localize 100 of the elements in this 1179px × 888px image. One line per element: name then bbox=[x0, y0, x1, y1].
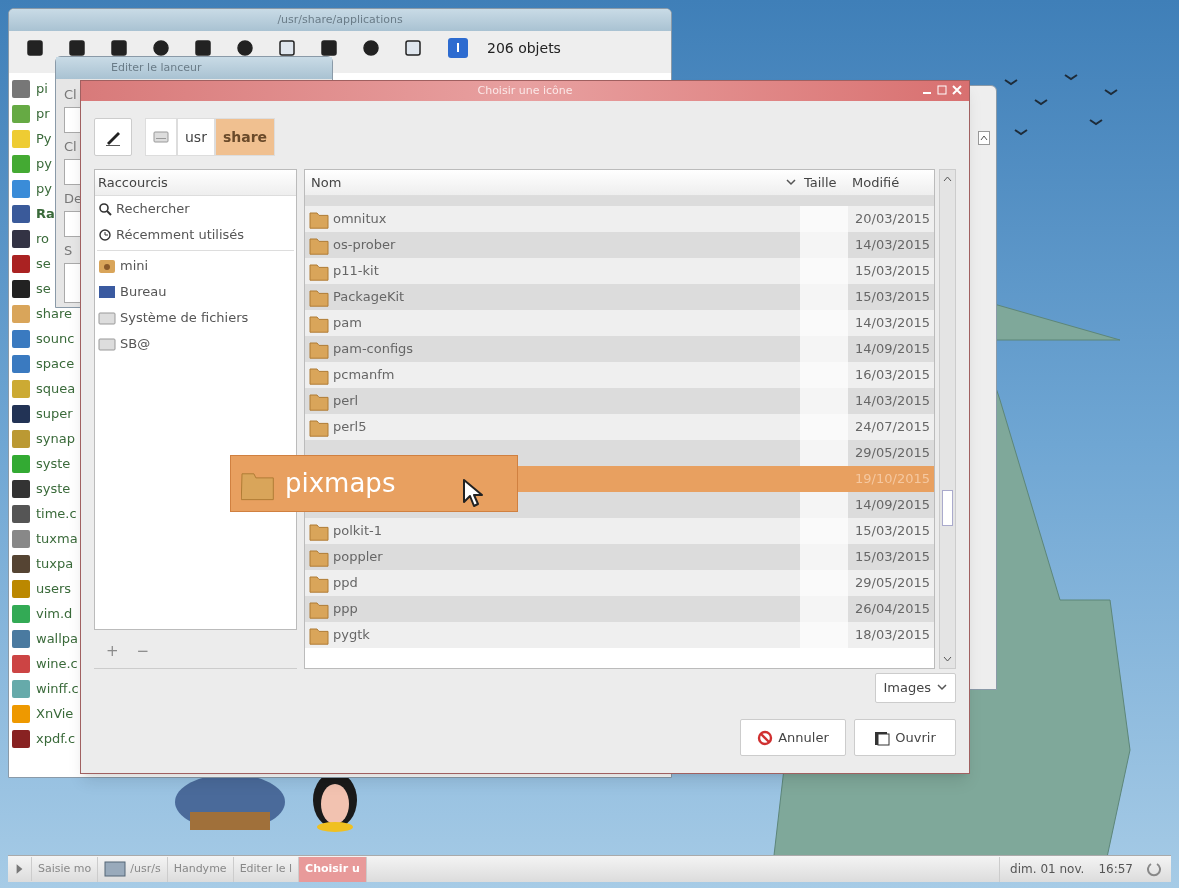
file-name[interactable]: squea bbox=[36, 378, 76, 399]
sidebar-item[interactable]: Bureau bbox=[120, 282, 167, 302]
file-name[interactable]: ro bbox=[36, 228, 49, 249]
app-icon bbox=[12, 629, 30, 648]
date-text: 26/04/2015 bbox=[854, 600, 931, 619]
app-icon bbox=[12, 679, 30, 698]
file-row[interactable]: os-prober 14/03/2015 bbox=[305, 232, 934, 258]
file-name[interactable]: tuxma bbox=[36, 528, 78, 549]
edit-path-button[interactable] bbox=[94, 118, 132, 156]
power-icon[interactable] bbox=[1147, 861, 1161, 877]
path-button[interactable]: share bbox=[214, 118, 276, 156]
scroll-up-icon[interactable] bbox=[978, 131, 990, 145]
date-text: 15/03/2015 bbox=[854, 288, 931, 307]
chevron-down-icon bbox=[937, 684, 947, 692]
date-text: 24/07/2015 bbox=[854, 418, 931, 437]
file-row[interactable]: ppd 29/05/2015 bbox=[305, 570, 934, 596]
field-label: Cl bbox=[64, 86, 77, 103]
date-text: 18/03/2015 bbox=[854, 626, 931, 645]
date-text: 14/03/2015 bbox=[854, 392, 931, 411]
file-name[interactable]: synap bbox=[36, 428, 75, 449]
file-row[interactable]: ppp 26/04/2015 bbox=[305, 596, 934, 622]
file-row[interactable]: polkit-1 15/03/2015 bbox=[305, 518, 934, 544]
file-name[interactable]: share bbox=[36, 303, 73, 324]
sidebar-item[interactable]: Rechercher bbox=[116, 199, 190, 219]
file-name[interactable]: py bbox=[36, 153, 52, 174]
sidebar-item[interactable]: SB@ bbox=[120, 334, 151, 354]
app-icon bbox=[12, 79, 30, 98]
file-row[interactable]: pam-configs 14/09/2015 bbox=[305, 336, 934, 362]
filter-dropdown[interactable]: Images bbox=[874, 673, 956, 703]
cancel-button[interactable]: Annuler bbox=[740, 719, 846, 756]
file-row[interactable]: pcmanfm 16/03/2015 bbox=[305, 362, 934, 388]
app-icon bbox=[12, 354, 30, 373]
file-name[interactable]: time.c bbox=[36, 503, 77, 524]
folder-name: pcmanfm bbox=[333, 366, 395, 385]
date-text: 14/03/2015 bbox=[854, 236, 931, 255]
file-name[interactable]: vim.d bbox=[36, 603, 73, 624]
file-name[interactable]: pr bbox=[36, 103, 50, 124]
open-button[interactable]: Ouvrir bbox=[854, 719, 956, 756]
file-row[interactable]: perl 14/03/2015 bbox=[305, 388, 934, 414]
file-name[interactable]: syste bbox=[36, 478, 71, 499]
date-text: 14/03/2015 bbox=[854, 314, 931, 333]
column-header[interactable]: Taille bbox=[800, 172, 848, 193]
file-row[interactable]: pam 14/03/2015 bbox=[305, 310, 934, 336]
file-name[interactable]: py bbox=[36, 178, 52, 199]
file-name[interactable]: pi bbox=[36, 78, 48, 99]
folder-name: perl bbox=[333, 392, 359, 411]
date-text: 15/03/2015 bbox=[854, 262, 931, 281]
file-name[interactable]: winff.c bbox=[36, 678, 79, 699]
file-row[interactable]: p11-kit 15/03/2015 bbox=[305, 258, 934, 284]
file-name[interactable]: se bbox=[36, 278, 51, 299]
cursor-icon bbox=[462, 478, 484, 508]
chevron-down-icon bbox=[786, 178, 796, 187]
path-button[interactable]: usr bbox=[177, 118, 215, 156]
file-name[interactable]: XnVie bbox=[36, 703, 74, 724]
file-row[interactable]: PackageKit 15/03/2015 bbox=[305, 284, 934, 310]
maximize-icon[interactable] bbox=[936, 84, 948, 96]
file-name[interactable]: super bbox=[36, 403, 73, 424]
file-row[interactable]: poppler 15/03/2015 bbox=[305, 544, 934, 570]
app-icon bbox=[12, 304, 30, 323]
search-icon bbox=[98, 202, 112, 216]
file-name[interactable]: se bbox=[36, 253, 51, 274]
file-name[interactable]: sounc bbox=[36, 328, 75, 349]
folder-name: pam-configs bbox=[333, 340, 414, 359]
column-header[interactable]: Modifié bbox=[848, 172, 934, 193]
close-icon[interactable] bbox=[951, 84, 963, 96]
folder-name: omnitux bbox=[333, 210, 387, 229]
file-name[interactable]: Py bbox=[36, 128, 52, 149]
app-icon bbox=[12, 279, 30, 298]
folder-name: ppp bbox=[333, 600, 358, 619]
scrollbar[interactable] bbox=[939, 169, 956, 669]
sidebar-item[interactable]: Récemment utilisés bbox=[116, 225, 245, 245]
file-row[interactable]: omnitux 20/03/2015 bbox=[305, 206, 934, 232]
file-name[interactable]: Ra bbox=[36, 203, 55, 224]
app-icon bbox=[12, 229, 30, 248]
app-icon bbox=[12, 454, 30, 473]
app-icon bbox=[12, 379, 30, 398]
scroll-thumb[interactable] bbox=[942, 490, 953, 526]
file-name[interactable]: xpdf.c bbox=[36, 728, 76, 749]
file-name[interactable]: tuxpa bbox=[36, 553, 74, 574]
app-icon bbox=[12, 329, 30, 348]
field-label: S bbox=[64, 242, 73, 259]
app-icon bbox=[12, 504, 30, 523]
drive-icon bbox=[98, 310, 116, 326]
date-text: 20/03/2015 bbox=[854, 210, 931, 229]
app-icon bbox=[12, 529, 30, 548]
window-title: Choisir une icône bbox=[477, 82, 573, 99]
file-name[interactable]: users bbox=[36, 578, 72, 599]
date-text: 29/05/2015 bbox=[854, 444, 931, 463]
folder-name: pam bbox=[333, 314, 362, 333]
file-row[interactable]: perl5 24/07/2015 bbox=[305, 414, 934, 440]
file-name[interactable]: wallpa bbox=[36, 628, 79, 649]
file-row[interactable]: pygtk 18/03/2015 bbox=[305, 622, 934, 648]
app-icon bbox=[12, 154, 30, 173]
sidebar-item[interactable]: mini bbox=[120, 256, 149, 276]
file-name[interactable]: wine.c bbox=[36, 653, 78, 674]
sidebar-item[interactable]: Système de fichiers bbox=[120, 308, 249, 328]
file-name[interactable]: syste bbox=[36, 453, 71, 474]
column-header[interactable]: Nom bbox=[305, 170, 800, 195]
file-name[interactable]: space bbox=[36, 353, 75, 374]
app-icon bbox=[12, 729, 30, 748]
